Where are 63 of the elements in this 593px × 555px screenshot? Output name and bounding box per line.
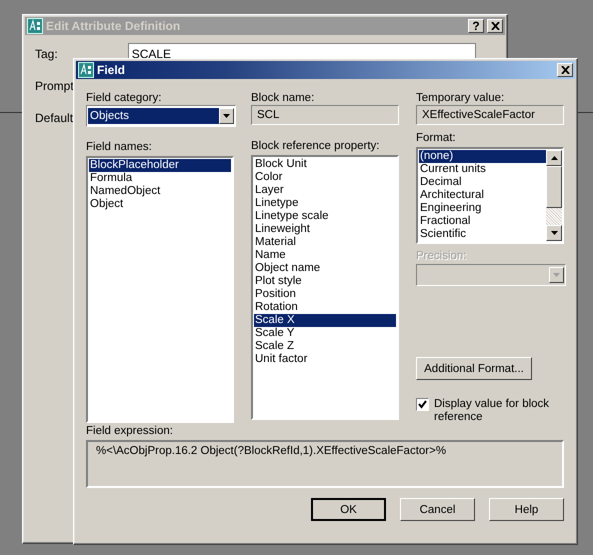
list-item[interactable]: Material xyxy=(254,236,396,249)
field-label: Field names: xyxy=(86,140,152,154)
list-item[interactable]: Block Unit xyxy=(254,158,396,171)
precision-dropdown[interactable] xyxy=(416,264,566,286)
field-label: Temporary value: xyxy=(416,91,504,105)
list-item[interactable]: Linetype xyxy=(254,197,396,210)
dialog-button[interactable]: Help xyxy=(489,498,564,521)
list-item[interactable]: Decimal xyxy=(419,176,546,189)
list-item[interactable]: Color xyxy=(254,171,396,184)
list-item[interactable]: Plot style xyxy=(254,275,396,288)
list-item[interactable]: (none) xyxy=(419,150,546,163)
list-item[interactable]: Linetype scale xyxy=(254,210,396,223)
dialog-title: Field xyxy=(97,63,126,77)
list-item[interactable]: BlockPlaceholder xyxy=(89,159,231,172)
block-name-field[interactable]: SCL xyxy=(251,105,399,125)
dialog-button[interactable]: OK xyxy=(311,498,386,521)
field-label: Field expression: xyxy=(86,424,174,438)
scroll-down-icon xyxy=(550,231,558,235)
list-item[interactable]: Formula xyxy=(89,172,231,185)
list-item[interactable]: Current units xyxy=(419,163,546,176)
app-icon xyxy=(78,62,94,78)
list-item[interactable]: Rotation xyxy=(254,301,396,314)
scroll-up-icon xyxy=(550,156,558,160)
list-item[interactable]: Scientific xyxy=(419,228,546,241)
close-icon xyxy=(490,22,500,30)
scrollbar[interactable] xyxy=(546,150,562,241)
list-item[interactable]: Scale Y xyxy=(254,327,396,340)
category-dropdown[interactable]: Objects xyxy=(86,105,236,127)
close-button[interactable] xyxy=(557,63,573,77)
close-icon xyxy=(560,66,570,74)
list-item[interactable]: Object xyxy=(89,198,231,211)
field-label: Prompt xyxy=(35,79,74,93)
list-item[interactable]: Fractional xyxy=(419,215,546,228)
field-label: Field category: xyxy=(86,91,162,105)
list-item[interactable]: NamedObject xyxy=(89,185,231,198)
window-title: Edit Attribute Definition xyxy=(46,19,182,33)
dialog-button[interactable]: Cancel xyxy=(400,498,475,521)
field-label: Block name: xyxy=(251,91,314,105)
expression-field[interactable]: %<\AcObjProp.16.2 Object(?BlockRefId,1).XEffectiveScaleFactor>% xyxy=(86,440,564,488)
list-item[interactable]: Scale Z xyxy=(254,340,396,353)
checkbox[interactable] xyxy=(416,398,429,411)
list-item[interactable]: Unit factor xyxy=(254,353,396,366)
app-icon xyxy=(27,18,43,34)
help-button[interactable]: ? xyxy=(468,19,484,33)
list-item[interactable]: Layer xyxy=(254,184,396,197)
field-label: Tag: xyxy=(35,47,59,61)
scrollbar-thumb[interactable] xyxy=(546,166,562,208)
list-item[interactable]: Engineering xyxy=(419,202,546,215)
list-item[interactable]: Architectural xyxy=(419,189,546,202)
list-item[interactable]: Lineweight xyxy=(254,223,396,236)
list-item[interactable]: Name xyxy=(254,249,396,262)
checkbox-label: Display value for block reference xyxy=(434,398,550,424)
field-label: Block reference property: xyxy=(251,139,380,153)
close-button[interactable] xyxy=(487,19,503,33)
additional-format-button[interactable]: Additional Format... xyxy=(416,357,532,380)
list-item[interactable]: Object name xyxy=(254,262,396,275)
temporary-value-field[interactable]: XEffectiveScaleFactor xyxy=(416,105,564,125)
list-item[interactable]: Position xyxy=(254,288,396,301)
field-label: Default xyxy=(35,111,74,125)
dropdown-arrow-icon xyxy=(223,114,230,118)
dropdown-arrow-icon xyxy=(553,273,560,277)
field-label: Format: xyxy=(416,131,456,145)
list-item[interactable]: Scale X xyxy=(254,314,396,327)
